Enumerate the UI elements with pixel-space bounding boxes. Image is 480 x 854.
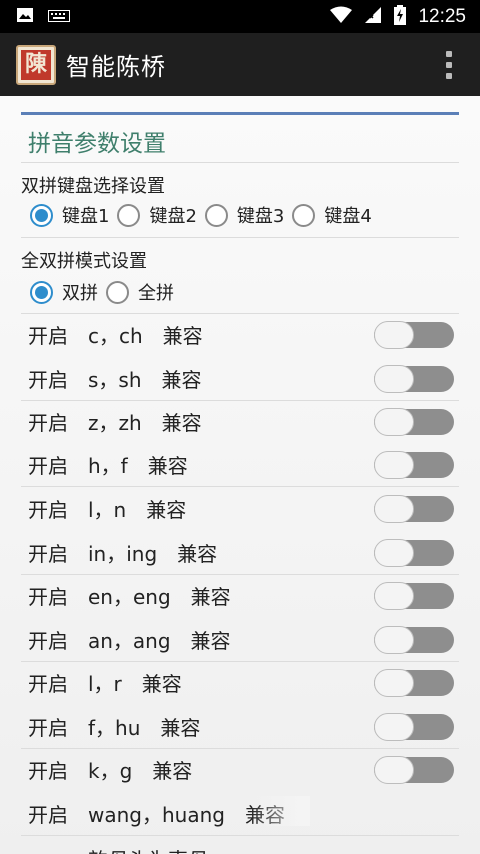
radio-button[interactable]	[106, 280, 129, 304]
toggle-knob	[374, 494, 414, 523]
compat-option-row[interactable]: 开启 an，ang 兼容	[28, 618, 454, 661]
radio-keyboard-2[interactable]: 键盘2	[117, 202, 197, 228]
toggle-switch[interactable]	[374, 581, 454, 610]
radio-label: 键盘4	[324, 206, 372, 227]
status-bar-right: 12:25	[330, 4, 466, 29]
status-bar: 12:25	[0, 0, 480, 33]
status-time: 12:25	[418, 5, 466, 27]
compat-option-row[interactable]: 开启 wang，huang 兼容	[28, 792, 454, 835]
compat-option-label: 开启 k，g 兼容	[28, 759, 193, 783]
compat-option-row[interactable]: 开启 l，r 兼容	[28, 661, 454, 704]
compat-option-label: 开启 l，r 兼容	[28, 672, 182, 696]
toggle-switch[interactable]	[374, 712, 454, 741]
toggle-knob	[374, 320, 414, 349]
toggle-knob	[374, 538, 414, 567]
compat-option-row[interactable]: 开启 k，g 兼容	[28, 748, 454, 791]
radio-keyboard-4[interactable]: 键盘4	[292, 202, 372, 228]
radio-label: 键盘2	[149, 206, 197, 227]
signal-icon	[364, 6, 382, 28]
keyboard-radio-group: 键盘1 键盘2 键盘3 键盘4	[30, 202, 380, 228]
mode-group-label: 全双拼模式设置	[21, 251, 147, 272]
wifi-icon	[330, 6, 353, 28]
radio-button[interactable]	[292, 203, 316, 227]
compat-option-label: 开启 c，ch 兼容	[28, 324, 203, 348]
compat-option-label: 开启 h，f 兼容	[28, 454, 188, 478]
divider	[21, 162, 459, 163]
compat-option-row[interactable]: 开启 en，eng 兼容	[28, 574, 454, 617]
toggle-switch[interactable]	[374, 538, 454, 567]
radio-mode-shuangpin[interactable]: 双拼	[30, 279, 98, 305]
divider	[21, 835, 459, 836]
toggle-knob	[374, 364, 414, 393]
battery-charging-icon	[394, 4, 407, 29]
compat-option-label: 开启 l，n 兼容	[28, 498, 187, 522]
radio-button-checked[interactable]	[30, 280, 53, 304]
compat-option-label: 开启 s，sh 兼容	[28, 368, 202, 392]
app-bar: 陳 智能陈桥	[0, 33, 480, 96]
keyboard-icon	[48, 7, 70, 26]
toggle-knob	[374, 625, 414, 654]
compat-option-row[interactable]: 开启 c，ch 兼容	[28, 313, 454, 356]
toggle-switch[interactable]	[374, 407, 454, 436]
compat-option-row-partial[interactable]: 韵母头为声母	[28, 837, 454, 854]
compat-option-row[interactable]: 开启 l，n 兼容	[28, 487, 454, 530]
radio-button[interactable]	[204, 203, 228, 227]
compat-option-label: 开启 en，eng 兼容	[28, 585, 231, 609]
toggle-knob	[374, 755, 414, 784]
compat-option-label: 韵母头为声母	[28, 844, 208, 854]
toggle-switch[interactable]	[374, 625, 454, 654]
toggle-switch[interactable]	[374, 668, 454, 697]
compat-option-row[interactable]: 开启 in，ing 兼容	[28, 531, 454, 574]
compat-option-label: 开启 in，ing 兼容	[28, 542, 218, 566]
image-icon	[16, 7, 34, 27]
section-accent-line	[21, 112, 459, 115]
compat-option-label: 开启 z，zh 兼容	[28, 411, 202, 435]
radio-label: 键盘3	[236, 206, 285, 227]
radio-label: 键盘1	[62, 206, 110, 227]
compat-option-label: 开启 wang，huang 兼容	[28, 803, 285, 827]
compat-option-label: 开启 f，hu 兼容	[28, 716, 201, 740]
divider	[21, 237, 459, 238]
app-logo-glyph: 陳	[21, 49, 51, 80]
app-title: 智能陈桥	[66, 53, 166, 81]
compat-option-row[interactable]: 开启 s，sh 兼容	[28, 357, 454, 400]
compat-option-label: 开启 an，ang 兼容	[28, 629, 231, 653]
radio-button[interactable]	[117, 203, 141, 227]
scroll-fade-overlay	[250, 796, 310, 826]
radio-mode-quanpin[interactable]: 全拼	[106, 279, 174, 305]
radio-label: 全拼	[138, 283, 174, 304]
toggle-knob	[374, 450, 414, 479]
mode-radio-group: 双拼 全拼	[30, 279, 182, 305]
toggle-knob	[374, 407, 414, 436]
toggle-switch[interactable]	[374, 320, 454, 349]
compat-option-row[interactable]: 开启 h，f 兼容	[28, 443, 454, 486]
settings-content[interactable]: 拼音参数设置 双拼键盘选择设置 键盘1 键盘2 键盘3 键盘4 全双拼模式设置 …	[0, 96, 480, 854]
radio-button-checked[interactable]	[30, 203, 53, 227]
toggle-switch[interactable]	[374, 494, 454, 523]
status-bar-left	[16, 7, 70, 27]
overflow-menu-icon[interactable]	[444, 51, 454, 79]
radio-label: 双拼	[62, 283, 98, 304]
toggle-switch[interactable]	[374, 364, 454, 393]
keyboard-group-label: 双拼键盘选择设置	[21, 176, 165, 197]
toggle-knob	[374, 668, 414, 697]
radio-keyboard-3[interactable]: 键盘3	[204, 202, 285, 228]
compat-option-row[interactable]: 开启 z，zh 兼容	[28, 400, 454, 443]
toggle-switch[interactable]	[374, 755, 454, 784]
toggle-knob	[374, 712, 414, 741]
compat-option-row[interactable]: 开启 f，hu 兼容	[28, 705, 454, 748]
section-title: 拼音参数设置	[28, 131, 166, 157]
toggle-knob	[374, 581, 414, 610]
radio-keyboard-1[interactable]: 键盘1	[30, 202, 109, 228]
app-logo-icon: 陳	[16, 44, 56, 85]
toggle-switch[interactable]	[374, 450, 454, 479]
